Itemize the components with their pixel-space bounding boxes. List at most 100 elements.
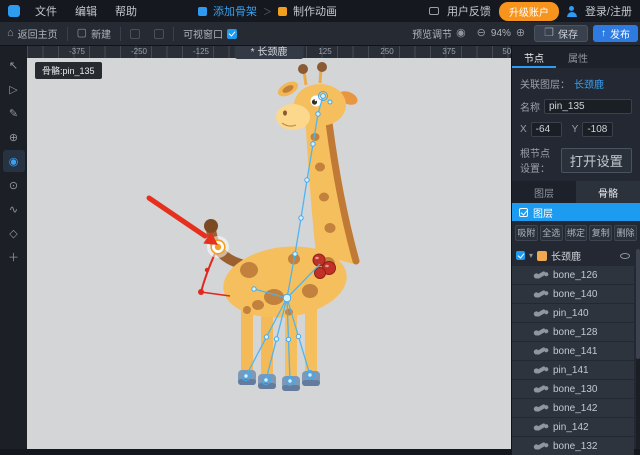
x-label: X [520, 124, 527, 135]
tree-item[interactable]: bone_128 [512, 323, 634, 341]
tab-layers[interactable]: 图层 [512, 181, 576, 203]
layer-thumbnail [537, 250, 548, 261]
zoom-value: 94% [490, 28, 511, 39]
save-button[interactable]: ❒ 保存 [534, 25, 588, 42]
home-label: 返回主页 [17, 30, 58, 41]
upgrade-account-button[interactable]: 升级账户 [498, 1, 559, 21]
tree-item[interactable]: bone_132 [512, 437, 634, 455]
tree-item[interactable]: bone_141 [512, 342, 634, 360]
visible-window-checkbox[interactable] [227, 28, 238, 39]
mesh-tool[interactable]: ◇ [3, 222, 25, 244]
y-input[interactable]: -108 [582, 122, 614, 137]
preview-eye-icon: ◉ [456, 27, 466, 39]
document-tab[interactable]: * 长颈鹿 [234, 46, 304, 59]
inspector-tabs: 节点 属性 [512, 46, 640, 68]
tree-item[interactable]: pin_141 [512, 361, 634, 379]
undo-button[interactable] [123, 22, 147, 45]
tree-item[interactable]: pin_140 [512, 304, 634, 322]
publish-icon: ↑ [601, 28, 606, 39]
visible-window-label: 可视窗口 [183, 30, 224, 41]
bone-icon [535, 308, 547, 318]
direct-select-tool[interactable]: ▷ [3, 78, 25, 100]
zoom-in-button[interactable]: ⊕ [516, 28, 525, 39]
root-checkbox[interactable] [516, 251, 525, 260]
tab-node[interactable]: 节点 [512, 46, 556, 68]
curve-tool[interactable]: ∿ [3, 198, 25, 220]
open-settings-button[interactable]: 打开设置 [560, 147, 632, 173]
ruler-label: 250 [380, 47, 394, 56]
home-icon: ⌂ [7, 27, 14, 39]
bone-icon [535, 365, 547, 375]
menu-edit[interactable]: 编辑 [66, 3, 106, 19]
redo-button[interactable] [147, 22, 171, 45]
tree-item[interactable]: pin_142 [512, 418, 634, 436]
zoom-out-button[interactable]: ⊖ [477, 28, 486, 39]
delete-button[interactable]: 删除 [614, 225, 637, 241]
hooves [238, 370, 320, 391]
x-input[interactable]: -64 [530, 122, 562, 137]
giraffe-illustration[interactable] [204, 62, 360, 391]
canvas-area[interactable]: -375 -250 -125 0 125 250 375 500 * 长颈鹿 骨… [27, 46, 516, 449]
name-input[interactable]: pin_135 [544, 99, 632, 114]
bone-label: bone_141 [553, 345, 598, 357]
user-icon [566, 5, 577, 17]
app-logo-icon [8, 5, 20, 17]
toolbar: ⌂ 返回主页 ▢ 新建 可视窗口 预览调节 ◉ ⊖ 94% ⊕ ❒ 保存 ↑ 发… [0, 22, 640, 46]
selected-layer-label: 图层 [533, 208, 553, 220]
feedback-link[interactable]: 用户反馈 [447, 3, 491, 19]
publish-button[interactable]: ↑ 发布 [593, 25, 638, 42]
divider [120, 26, 122, 41]
scrollbar-thumb[interactable] [636, 249, 640, 359]
bone-icon [535, 327, 547, 337]
stage-artwork[interactable] [27, 58, 511, 449]
bone-label: pin_142 [553, 421, 589, 433]
menu-file[interactable]: 文件 [26, 3, 66, 19]
bone-label: pin_140 [553, 307, 589, 319]
tree-item[interactable]: bone_140 [512, 285, 634, 303]
copy-button[interactable]: 复制 [589, 225, 613, 241]
bone-icon [535, 346, 547, 356]
bind-button[interactable]: 绑定 [564, 225, 588, 241]
tree-item[interactable]: bone_130 [512, 380, 634, 398]
home-button[interactable]: ⌂ 返回主页 [0, 22, 65, 45]
bone-icon [535, 270, 547, 280]
pin-tool[interactable]: ⊙ [3, 174, 25, 196]
visible-window-toggle[interactable]: 可视窗口 [176, 22, 244, 45]
tree-root-item[interactable]: ▾ 长颈鹿 [512, 246, 634, 265]
select-tool[interactable]: ↖ [3, 54, 25, 76]
layer-panel-tabs: 图层 骨骼 [512, 181, 640, 203]
caret-down-icon[interactable]: ▾ [529, 251, 533, 260]
step-make-animation[interactable]: 制作动画 [293, 3, 337, 19]
step-add-skeleton[interactable]: 添加骨架 [213, 3, 257, 19]
visibility-eye-icon[interactable] [620, 252, 630, 259]
feedback-icon [428, 7, 439, 15]
publish-label: 发布 [610, 30, 630, 41]
preview-adjust-label: 预览调节 [412, 30, 453, 41]
add-node-tool[interactable]: ⊕ [3, 126, 25, 148]
name-label: 名称 [520, 103, 540, 114]
tab-properties[interactable]: 属性 [556, 46, 600, 68]
new-button[interactable]: ▢ 新建 [70, 22, 118, 45]
bone-actions: 吸附 全选 绑定 复制 删除 [512, 221, 640, 245]
selected-layer-bar[interactable]: 图层 [512, 203, 640, 221]
animate-step-icon [278, 6, 288, 16]
layer-checkbox-icon[interactable] [519, 207, 528, 217]
bone-tool[interactable]: ◉ [2, 150, 25, 172]
undo-icon [130, 28, 141, 39]
preview-adjust-button[interactable]: 预览调节 ◉ [405, 22, 473, 45]
tab-bones[interactable]: 骨骼 [576, 181, 640, 203]
bone-label: bone_140 [553, 288, 598, 300]
move-tool[interactable]: ＋ [3, 246, 25, 268]
login-register-link[interactable]: 登录/注册 [585, 3, 632, 19]
pen-tool[interactable]: ✎ [3, 102, 25, 124]
scrollbar[interactable] [636, 249, 640, 449]
new-document-icon: ▢ [76, 27, 88, 39]
step-separator: ＞ [263, 6, 273, 17]
select-all-button[interactable]: 全选 [539, 225, 563, 241]
ruler-label: -375 [68, 47, 86, 56]
tree-item[interactable]: bone_142 [512, 399, 634, 417]
linked-layer-value[interactable]: 长颈鹿 [574, 76, 604, 91]
menu-help[interactable]: 帮助 [106, 3, 146, 19]
tree-item[interactable]: bone_126 [512, 266, 634, 284]
snap-button[interactable]: 吸附 [515, 225, 538, 241]
